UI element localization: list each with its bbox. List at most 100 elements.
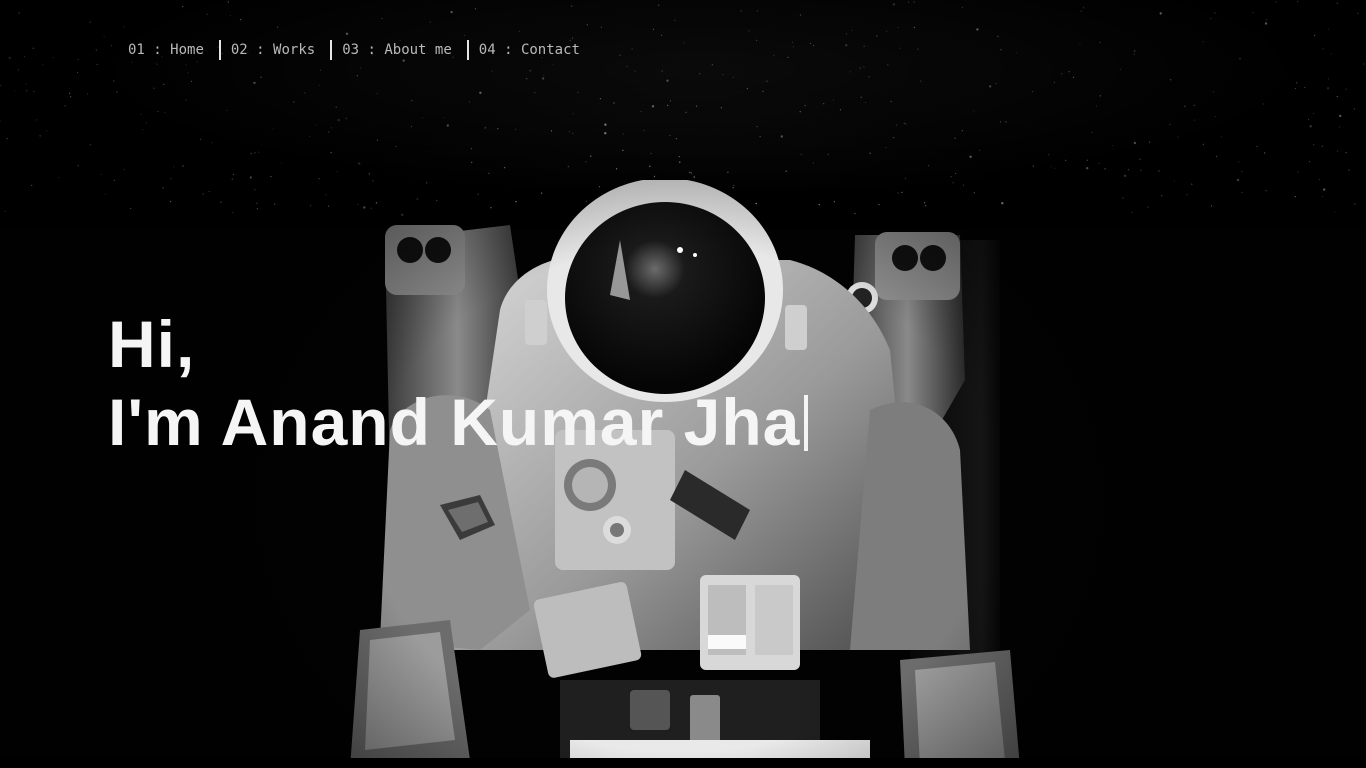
- star: [211, 141, 213, 144]
- nav-item-label: Works: [273, 42, 316, 58]
- star: [330, 127, 333, 129]
- star: [675, 138, 678, 140]
- star: [411, 99, 413, 102]
- star: [571, 5, 573, 7]
- astronaut-photo: [350, 180, 1020, 768]
- star: [226, 109, 228, 111]
- nav-item-separator: :: [247, 42, 274, 58]
- star: [892, 3, 896, 6]
- star: [446, 124, 449, 127]
- star: [699, 73, 701, 75]
- star: [32, 47, 34, 49]
- star: [600, 26, 603, 28]
- star: [484, 127, 486, 129]
- nav-item-label: Contact: [520, 42, 580, 58]
- star: [552, 64, 554, 66]
- star: [827, 153, 829, 155]
- star: [869, 152, 871, 154]
- star: [479, 91, 482, 95]
- star: [631, 48, 633, 50]
- star: [89, 144, 92, 146]
- nav-item-number: 03: [342, 42, 360, 58]
- star: [77, 71, 79, 74]
- typing-caret: [804, 395, 809, 451]
- star: [254, 189, 256, 191]
- star: [899, 47, 901, 49]
- star: [256, 208, 258, 210]
- star: [36, 119, 38, 121]
- star: [1193, 104, 1195, 106]
- star: [182, 165, 184, 167]
- star: [1321, 145, 1323, 147]
- star: [1345, 152, 1347, 154]
- star: [1080, 10, 1082, 12]
- star: [989, 85, 992, 88]
- star: [1140, 169, 1142, 171]
- star: [18, 12, 20, 14]
- star: [650, 152, 652, 155]
- star: [845, 33, 848, 35]
- nav-item-label: Home: [170, 42, 204, 58]
- star: [652, 28, 655, 30]
- star: [954, 137, 956, 139]
- star: [780, 135, 783, 138]
- star: [46, 130, 48, 132]
- nav-item-works[interactable]: 02 : Works: [221, 40, 330, 60]
- star: [1053, 81, 1055, 83]
- star: [185, 99, 187, 101]
- star: [164, 111, 166, 113]
- star: [100, 173, 102, 175]
- star: [720, 107, 723, 109]
- star: [474, 8, 477, 10]
- star: [1321, 195, 1324, 198]
- star: [1308, 161, 1311, 163]
- star: [336, 171, 338, 173]
- star: [800, 153, 802, 155]
- nav-item-home[interactable]: 01 : Home: [118, 40, 219, 60]
- star: [640, 111, 642, 113]
- star: [577, 91, 579, 93]
- star: [809, 42, 812, 44]
- star: [89, 21, 91, 23]
- star: [1031, 91, 1034, 93]
- star: [689, 171, 691, 173]
- star: [1098, 162, 1100, 164]
- star: [995, 83, 997, 85]
- star: [358, 162, 361, 165]
- star: [851, 29, 854, 31]
- star: [1119, 68, 1121, 70]
- star: [1177, 136, 1179, 138]
- nav-item-contact[interactable]: 04 : Contact: [469, 40, 595, 60]
- star: [756, 125, 758, 128]
- star: [791, 41, 794, 43]
- star: [890, 100, 892, 103]
- star: [1265, 190, 1267, 192]
- star: [471, 161, 473, 163]
- star: [123, 168, 125, 171]
- star: [571, 37, 574, 39]
- star: [1202, 41, 1204, 43]
- star: [756, 39, 758, 41]
- star: [787, 56, 789, 58]
- star: [604, 123, 607, 126]
- nav-item-about[interactable]: 03 : About me: [332, 40, 467, 60]
- star: [1216, 155, 1218, 157]
- star: [345, 117, 347, 119]
- star: [897, 26, 899, 29]
- nav-item-separator: :: [144, 42, 171, 58]
- main-nav: 01 : Home 02 : Works 03 : About me 04 : …: [118, 40, 595, 60]
- star: [859, 67, 861, 69]
- star: [8, 56, 11, 60]
- star: [368, 173, 370, 175]
- star: [920, 80, 922, 82]
- star: [190, 80, 193, 82]
- star: [515, 128, 517, 130]
- star: [634, 70, 636, 72]
- star: [1353, 108, 1355, 110]
- star: [585, 161, 587, 163]
- star: [376, 139, 379, 141]
- star: [196, 61, 198, 63]
- star: [4, 210, 6, 212]
- star: [443, 117, 445, 119]
- star: [104, 193, 106, 195]
